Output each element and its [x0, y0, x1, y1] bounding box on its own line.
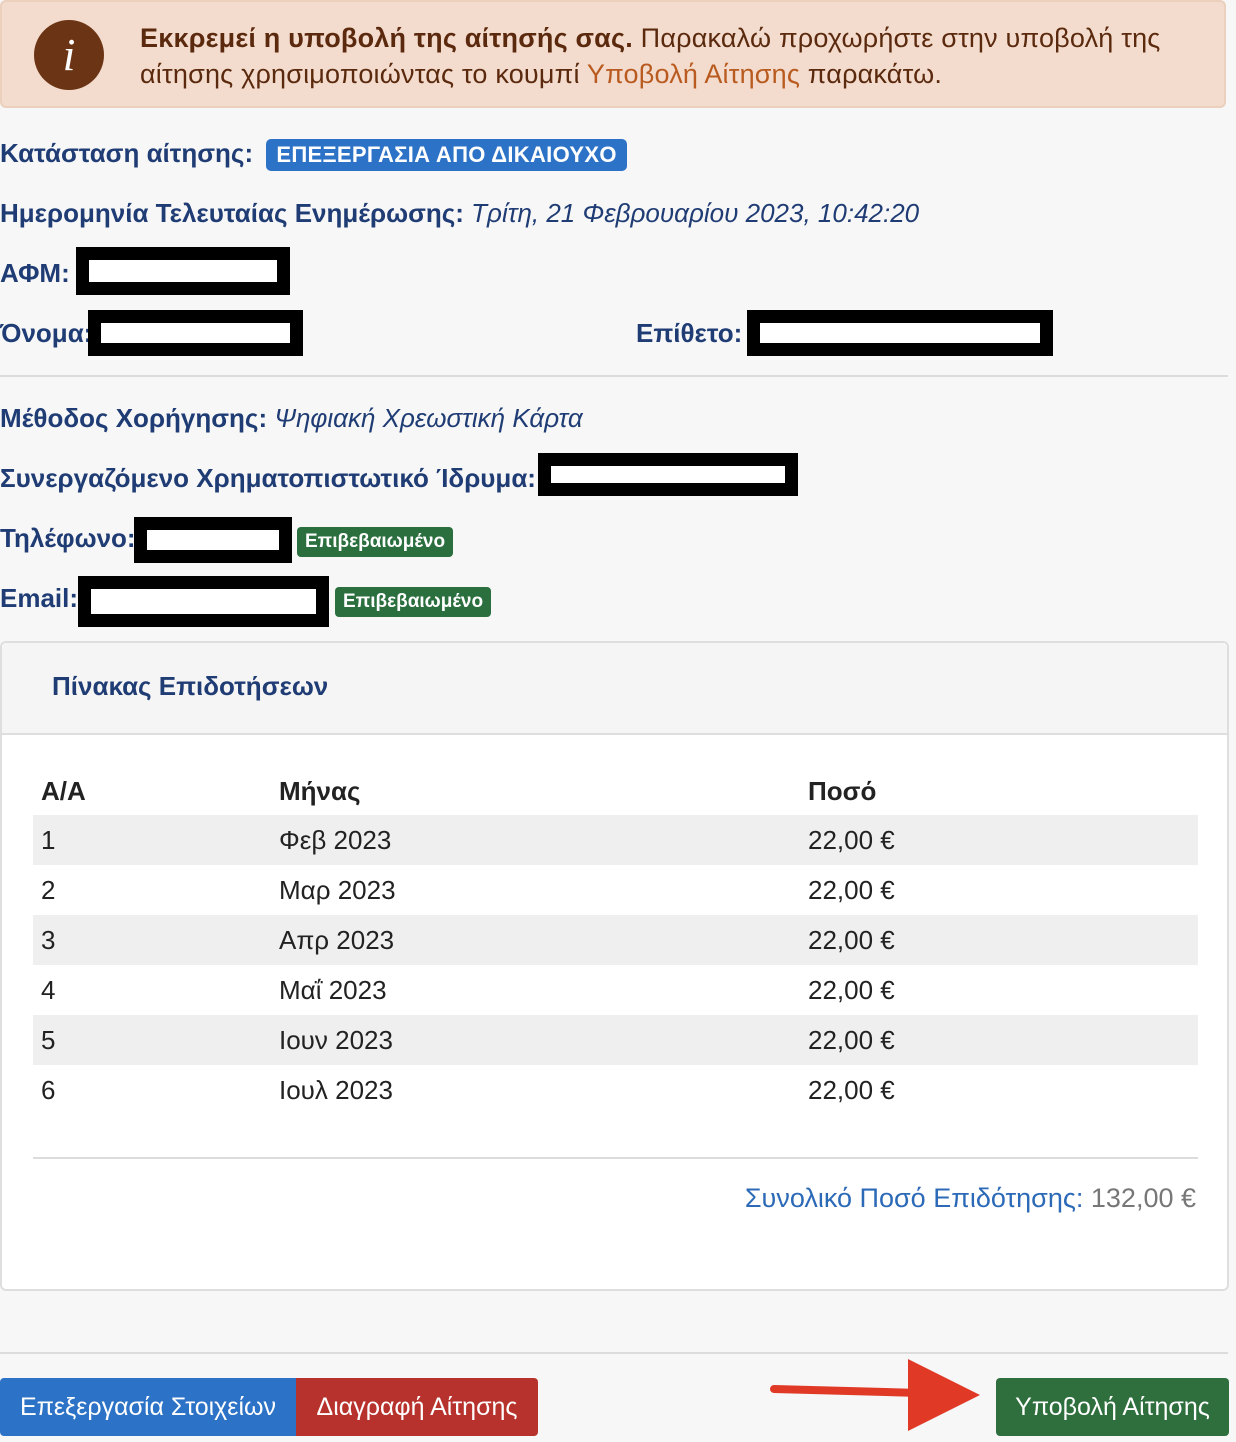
email-redacted-value: [78, 576, 329, 627]
row-month: Απρ 2023: [271, 915, 800, 965]
first-name-redacted-value: [88, 310, 303, 356]
row-month: Φεβ 2023: [271, 815, 800, 865]
application-page: i Εκκρεμεί η υποβολή της αίτησής σας. Πα…: [0, 0, 1236, 1442]
row-amount: 22,00 €: [800, 1015, 1198, 1065]
grants-panel-header: Πίνακας Επιδοτήσεων: [2, 643, 1227, 735]
edit-details-button[interactable]: Επεξεργασία Στοιχείων: [0, 1378, 296, 1436]
bank-label: Συνεργαζόμενο Χρηματοπιστωτικό Ίδρυμα:: [0, 463, 536, 493]
grants-panel-title: Πίνακας Επιδοτήσεων: [52, 671, 329, 701]
last-update-value: Τρίτη, 21 Φεβρουαρίου 2023, 10:42:20: [471, 198, 920, 228]
delete-application-button[interactable]: Διαγραφή Αίτησης: [296, 1378, 538, 1436]
status-badge: ΕΠΕΞΕΡΓΑΣΙΑ ΑΠΟ ΔΙΚΑΙΟΥΧΟ: [266, 139, 627, 172]
bank-row: Συνεργαζόμενο Χρηματοπιστωτικό Ίδρυμα:: [0, 461, 536, 495]
first-name-row: Όνομα:: [0, 316, 92, 350]
afm-label: ΑΦΜ:: [0, 258, 70, 288]
pending-submission-alert: i Εκκρεμεί η υποβολή της αίτησής σας. Πα…: [0, 0, 1226, 108]
row-month: Μαρ 2023: [279, 874, 396, 905]
email-label: Email:: [0, 583, 79, 613]
phone-row: Τηλέφωνο:: [0, 521, 136, 555]
column-header-month: Μήνας: [279, 775, 361, 806]
grants-panel: Πίνακας Επιδοτήσεων Α/Α Μήνας Ποσό 1 Φεβ…: [0, 641, 1229, 1291]
row-index: 2: [41, 874, 56, 905]
last-name-redacted-value: [747, 310, 1053, 356]
email-verified-badge: Επιβεβαιωμένο: [335, 587, 492, 617]
table-footer-divider: [33, 1157, 1198, 1159]
row-month: Ιουλ 2023: [279, 1074, 393, 1105]
status-row: Κατάσταση αίτησης: ΕΠΕΞΕΡΓΑΣΙΑ ΑΠΟ ΔΙΚΑΙ…: [0, 136, 627, 172]
afm-row: ΑΦΜ:: [0, 256, 70, 290]
grant-total-label: Συνολικό Ποσό Επιδότησης:: [744, 1183, 1084, 1213]
section-divider: [0, 375, 1228, 377]
method-value: Ψηφιακή Χρεωστική Κάρτα: [274, 403, 583, 433]
row-amount: 22,00 €: [808, 974, 895, 1005]
row-amount: 22,00 €: [808, 874, 895, 905]
alert-text-after-link: παρακάτω.: [800, 59, 943, 89]
bank-redacted-value: [538, 453, 798, 496]
phone-label: Τηλέφωνο:: [0, 523, 136, 553]
table-row: 2 Μαρ 2023 22,00 €: [33, 865, 1198, 915]
afm-redacted-value: [76, 247, 290, 295]
row-month: Ιουν 2023: [271, 1015, 800, 1065]
row-index: 5: [33, 1015, 271, 1065]
grant-total: Συνολικό Ποσό Επιδότησης: 132,00 €: [745, 1183, 1196, 1214]
last-name-row: Επίθετο:: [636, 316, 742, 350]
table-row: 6 Ιουλ 2023 22,00 €: [33, 1065, 1198, 1115]
row-index: 6: [41, 1074, 56, 1105]
first-name-label: Όνομα:: [0, 318, 93, 348]
phone-verified-badge: Επιβεβαιωμένο: [297, 527, 454, 557]
table-row: 3 Απρ 2023 22,00 €: [33, 915, 1198, 965]
method-label: Μέθοδος Χορήγησης:: [0, 403, 268, 433]
info-icon: i: [34, 20, 104, 90]
table-row: 5 Ιουν 2023 22,00 €: [33, 1015, 1198, 1065]
actions-divider: [0, 1352, 1228, 1354]
grant-total-value: 132,00 €: [1090, 1183, 1196, 1213]
arrow-annotation-icon: [770, 1359, 980, 1431]
row-amount: 22,00 €: [800, 915, 1198, 965]
last-update-row: Ημερομηνία Τελευταίας Ενημέρωσης: Τρίτη,…: [0, 196, 919, 230]
row-amount: 22,00 €: [808, 1074, 895, 1105]
email-row: Email:: [0, 581, 78, 615]
column-header-amount: Ποσό: [808, 775, 877, 806]
alert-message: Εκκρεμεί η υποβολή της αίτησής σας. Παρα…: [140, 20, 1200, 92]
row-month: Μαΐ 2023: [279, 974, 387, 1005]
last-update-label: Ημερομηνία Τελευταίας Ενημέρωσης:: [0, 198, 464, 228]
status-label: Κατάσταση αίτησης:: [0, 138, 254, 168]
method-row: Μέθοδος Χορήγησης: Ψηφιακή Χρεωστική Κάρ…: [0, 401, 583, 435]
table-row: 4 Μαΐ 2023 22,00 €: [33, 965, 1198, 1015]
table-header-row: Α/Α Μήνας Ποσό: [33, 767, 1198, 815]
last-name-label: Επίθετο:: [636, 318, 743, 348]
submit-application-button[interactable]: Υποβολή Αίτησης: [996, 1378, 1229, 1436]
row-index: 4: [41, 974, 56, 1005]
alert-bold-text: Εκκρεμεί η υποβολή της αίτησής σας.: [140, 23, 633, 53]
row-index: 3: [33, 915, 271, 965]
row-index: 1: [33, 815, 271, 865]
column-header-index: Α/Α: [41, 775, 86, 806]
table-row: 1 Φεβ 2023 22,00 €: [33, 815, 1198, 865]
phone-redacted-value: [134, 517, 292, 563]
alert-submit-link[interactable]: Υποβολή Αίτησης: [587, 59, 800, 89]
grants-table: Α/Α Μήνας Ποσό 1 Φεβ 2023 22,00 € 2 Μαρ …: [33, 767, 1198, 1115]
row-amount: 22,00 €: [800, 815, 1198, 865]
